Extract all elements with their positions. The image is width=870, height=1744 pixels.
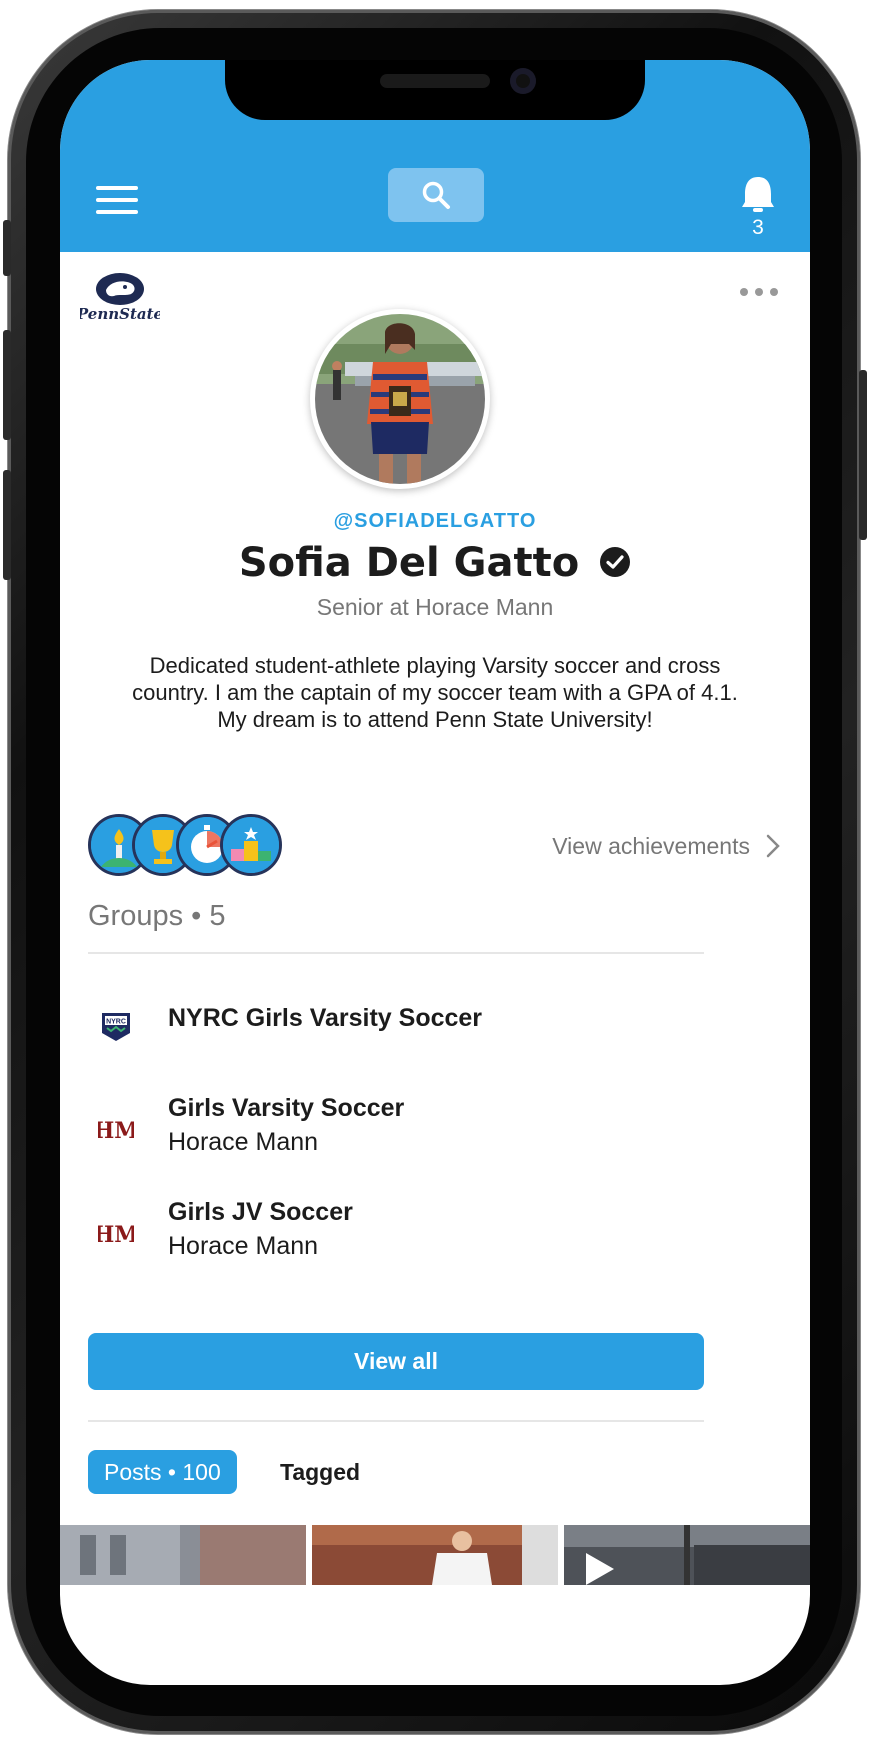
view-achievements-link[interactable]: View achievements — [440, 828, 780, 864]
profile-name-row: Sofia Del Gatto — [60, 540, 810, 586]
posts-grid — [60, 1525, 810, 1585]
view-all-groups-button[interactable]: View all — [88, 1333, 704, 1390]
group-name: Girls JV Soccer — [168, 1198, 353, 1226]
tabs-divider — [88, 1420, 704, 1422]
profile-handle: @SOFIADELGATTO — [333, 510, 537, 532]
group-item-girls-jv[interactable]: HM Girls JV Soccer Horace Mann — [88, 1198, 704, 1268]
svg-text:HM: HM — [98, 1118, 134, 1144]
avatar-photo — [315, 314, 485, 484]
hamburger-menu-button[interactable] — [96, 186, 138, 214]
post-video-thumbnail[interactable] — [564, 1525, 810, 1585]
group-school: Horace Mann — [168, 1232, 319, 1260]
profile-subtitle: Senior at Horace Mann — [316, 594, 554, 620]
phone-volume-up — [3, 330, 11, 440]
tab-posts[interactable]: Posts • 100 — [88, 1450, 237, 1494]
app-screen: 3 PennState @SOFIADELGATTO Sofia Del Gat… — [60, 60, 810, 1685]
group-name: NYRC Girls Varsity Soccer — [168, 1004, 483, 1032]
group-school: Horace Mann — [168, 1128, 319, 1156]
verified-check-icon — [600, 547, 631, 577]
tab-tagged[interactable]: Tagged — [280, 1450, 360, 1494]
post-thumbnail[interactable] — [312, 1525, 558, 1585]
profile-name: Sofia Del Gatto — [238, 540, 580, 586]
notifications-button[interactable]: 3 — [738, 174, 778, 239]
svg-text:HM: HM — [98, 1222, 134, 1248]
svg-text:PennState: PennState — [80, 305, 160, 323]
phone-notch — [225, 60, 645, 120]
svg-text:NYRC: NYRC — [106, 1019, 126, 1026]
achievement-badges[interactable] — [88, 814, 288, 876]
podium-badge-icon[interactable] — [220, 814, 282, 876]
groups-heading: Groups • 5 — [88, 900, 226, 932]
chevron-right-icon — [766, 834, 780, 858]
group-item-nyrc[interactable]: NYRC NYRC Girls Varsity Soccer — [88, 1004, 704, 1054]
horace-mann-logo-icon: HM — [98, 1118, 134, 1144]
view-achievements-label: View achievements — [552, 832, 750, 859]
group-item-girls-varsity[interactable]: HM Girls Varsity Soccer Horace Mann — [88, 1094, 704, 1164]
penn-state-logo: PennState — [80, 273, 160, 323]
phone-mute-switch — [3, 220, 11, 276]
groups-divider — [88, 952, 704, 954]
group-name: Girls Varsity Soccer — [168, 1094, 405, 1122]
profile-bio: Dedicated student-athlete playing Varsit… — [132, 653, 738, 732]
horace-mann-logo-icon: HM — [98, 1222, 134, 1248]
phone-volume-down — [3, 470, 11, 580]
phone-power-button — [859, 370, 867, 540]
search-button[interactable] — [388, 168, 484, 222]
search-icon — [422, 181, 450, 209]
nyrc-logo-icon: NYRC — [102, 1013, 130, 1041]
bell-icon — [742, 177, 774, 212]
more-options-button[interactable] — [740, 288, 778, 298]
post-thumbnail[interactable] — [60, 1525, 306, 1585]
notification-count-badge: 3 — [752, 216, 764, 239]
profile-avatar[interactable] — [310, 309, 490, 489]
